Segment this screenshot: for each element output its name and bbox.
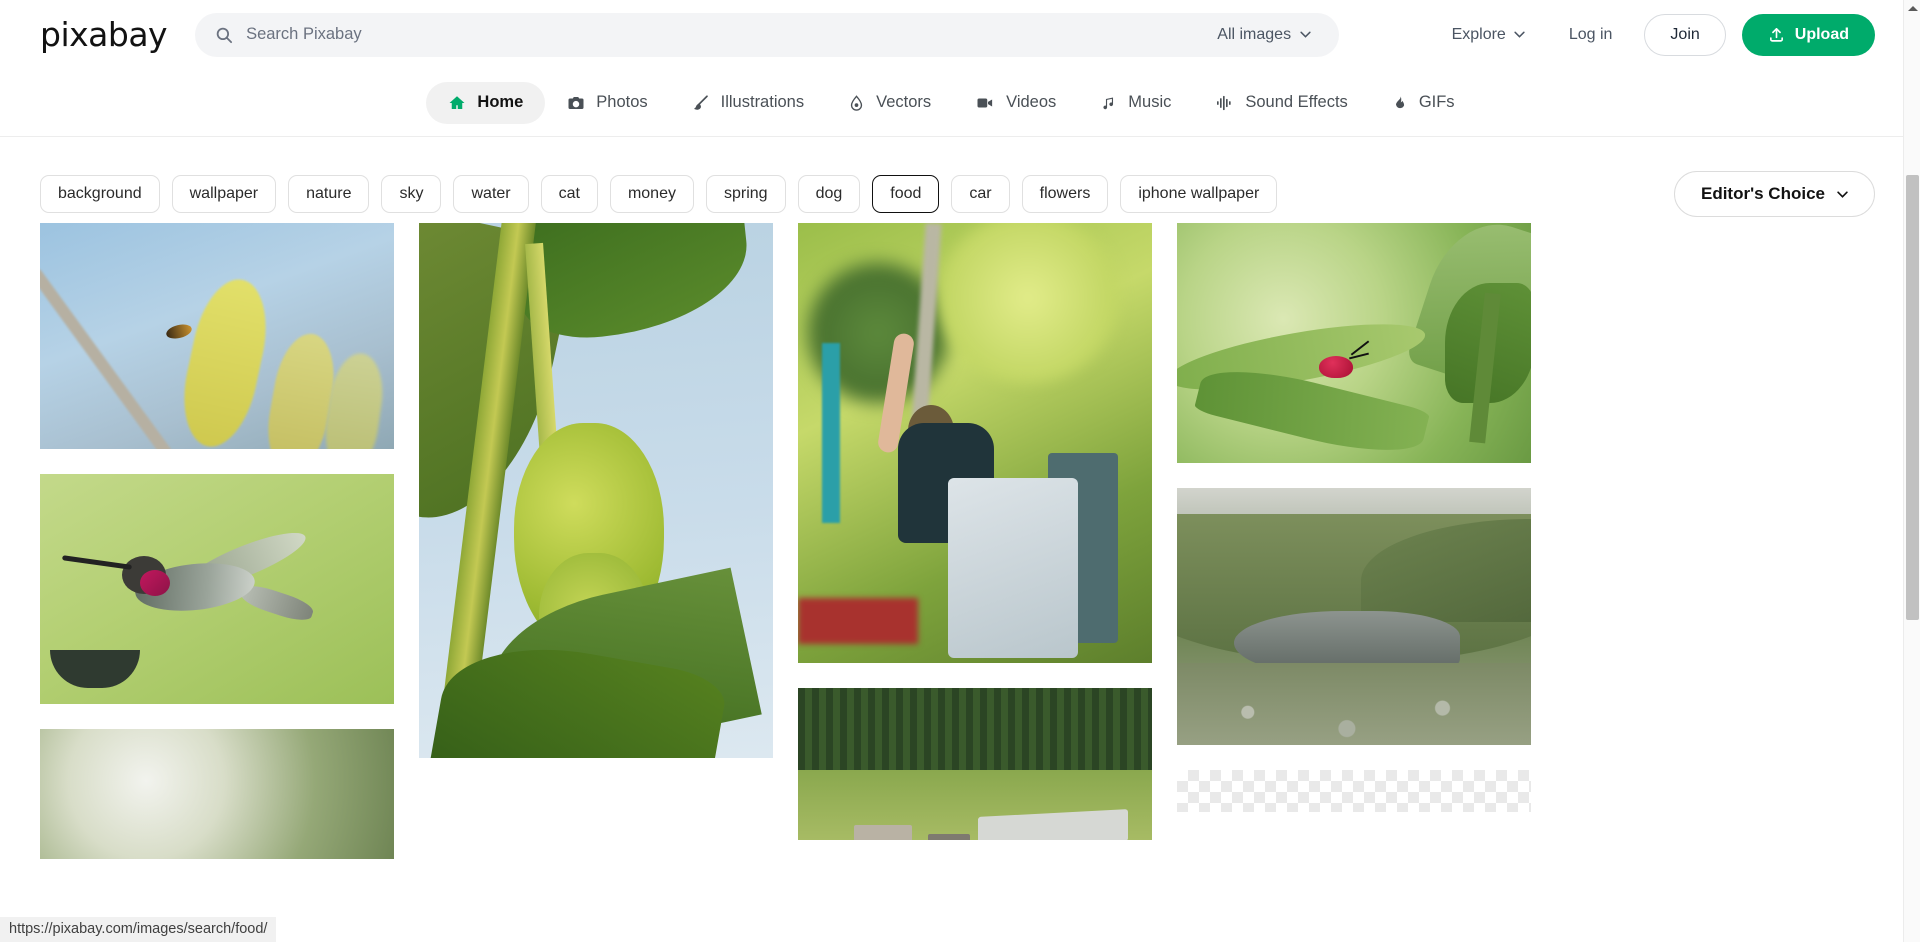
nav-tab-music-label: Music — [1128, 93, 1172, 111]
camera-icon — [568, 96, 584, 109]
gallery-item[interactable] — [419, 223, 773, 758]
photo-mountain-lake — [1177, 488, 1531, 745]
chevron-down-icon — [1300, 31, 1311, 38]
image-type-filter-label: All images — [1217, 25, 1292, 43]
editors-choice-label: Editor's Choice — [1700, 184, 1825, 203]
gallery-item[interactable] — [1177, 488, 1531, 745]
tag-chip-background[interactable]: background — [40, 175, 160, 213]
tag-chip-wallpaper[interactable]: wallpaper — [171, 175, 277, 213]
photo-hummingbird — [40, 474, 394, 704]
tag-chip-flowers[interactable]: flowers — [1021, 175, 1109, 213]
pen-nib-icon — [850, 94, 863, 111]
photo-white-blossoms — [40, 729, 394, 859]
gallery-item[interactable] — [40, 474, 394, 704]
vertical-scrollbar[interactable] — [1903, 0, 1920, 942]
photo-alpine-farm — [798, 688, 1152, 840]
join-label: Join — [1670, 25, 1700, 43]
photo-banana-tree — [419, 223, 773, 758]
editors-choice-button[interactable]: Editor's Choice — [1673, 171, 1875, 217]
nav-tab-photos[interactable]: Photos — [545, 82, 669, 124]
browser-viewport: pixabay All images Explore — [0, 0, 1920, 942]
browser-status-bar: https://pixabay.com/images/search/food/ — [0, 917, 277, 942]
nav-tab-gifs[interactable]: GIFs — [1370, 82, 1477, 124]
photo-red-beetle — [1177, 223, 1531, 463]
gallery-item[interactable] — [1177, 223, 1531, 463]
chevron-down-icon — [1514, 31, 1525, 38]
main-nav: Home Photos Illustrations Vectors Videos… — [0, 69, 1903, 137]
nav-tab-vectors-label: Vectors — [876, 93, 932, 111]
popular-tags-bar: background wallpaper nature sky water ca… — [0, 137, 1903, 223]
pixabay-logo[interactable]: pixabay — [40, 15, 168, 54]
search-input[interactable] — [233, 25, 1204, 44]
explore-menu[interactable]: Explore — [1430, 15, 1547, 55]
upload-button[interactable]: Upload — [1741, 13, 1875, 56]
gallery-column-2 — [419, 223, 773, 758]
image-type-filter[interactable]: All images — [1203, 15, 1333, 55]
tag-chip-cat[interactable]: cat — [540, 175, 598, 213]
page-content: pixabay All images Explore — [0, 0, 1903, 859]
search-icon — [215, 26, 233, 44]
nav-tab-videos[interactable]: Videos — [953, 82, 1078, 124]
tag-chip-money[interactable]: money — [609, 175, 694, 213]
gallery-item-placeholder[interactable] — [1177, 770, 1531, 812]
photo-bee-on-catkins — [40, 223, 394, 449]
nav-tab-music[interactable]: Music — [1078, 82, 1193, 124]
gallery-item[interactable] — [40, 729, 394, 859]
login-label: Log in — [1568, 25, 1613, 43]
nav-tab-illustrations[interactable]: Illustrations — [670, 82, 826, 124]
header-actions: Explore Log in Join Upload — [1430, 13, 1875, 56]
scroll-up-arrow-icon[interactable] — [1904, 0, 1920, 17]
chevron-down-icon — [1837, 190, 1848, 198]
tag-chip-iphone-wallpaper[interactable]: iphone wallpaper — [1120, 175, 1278, 213]
login-link[interactable]: Log in — [1547, 15, 1635, 55]
nav-tab-home-label: Home — [477, 93, 524, 111]
tag-chip-sky[interactable]: sky — [381, 175, 442, 213]
brush-icon — [693, 94, 708, 110]
image-gallery-grid — [0, 223, 1903, 859]
tag-chip-spring[interactable]: spring — [705, 175, 786, 213]
gallery-item[interactable] — [798, 688, 1152, 840]
music-note-icon — [1103, 96, 1114, 109]
search-bar[interactable]: All images — [195, 12, 1340, 57]
nav-tab-photos-label: Photos — [596, 93, 648, 111]
gallery-item[interactable] — [798, 223, 1152, 663]
upload-icon — [1769, 28, 1783, 42]
nav-tab-videos-label: Videos — [1006, 93, 1057, 111]
gallery-column-3 — [798, 223, 1152, 840]
scrollbar-thumb[interactable] — [1906, 175, 1919, 620]
nav-tab-sound-effects-label: Sound Effects — [1245, 93, 1348, 111]
site-header: pixabay All images Explore — [0, 0, 1903, 69]
video-camera-icon — [977, 98, 993, 107]
join-button[interactable]: Join — [1644, 13, 1726, 56]
transparent-placeholder — [1177, 770, 1531, 812]
nav-tab-sound-effects[interactable]: Sound Effects — [1193, 82, 1369, 124]
tag-chip-water[interactable]: water — [453, 175, 529, 213]
explore-label: Explore — [1451, 25, 1506, 43]
waveform-icon — [1217, 95, 1232, 110]
tag-chip-nature[interactable]: nature — [288, 175, 370, 213]
tag-chip-food[interactable]: food — [872, 175, 940, 213]
nav-tab-vectors[interactable]: Vectors — [826, 82, 953, 124]
nav-tab-gifs-label: GIFs — [1418, 93, 1455, 111]
home-icon — [449, 95, 465, 109]
gallery-column-4 — [1177, 223, 1531, 812]
nav-tab-illustrations-label: Illustrations — [720, 93, 805, 111]
tag-chip-dog[interactable]: dog — [797, 175, 861, 213]
gallery-column-1 — [40, 223, 394, 859]
nav-tab-home[interactable]: Home — [426, 81, 546, 124]
gallery-item[interactable] — [40, 223, 394, 449]
tag-chip-car[interactable]: car — [951, 175, 1010, 213]
flame-icon — [1395, 95, 1404, 108]
photo-person-stretching — [798, 223, 1152, 663]
upload-label: Upload — [1794, 25, 1849, 43]
